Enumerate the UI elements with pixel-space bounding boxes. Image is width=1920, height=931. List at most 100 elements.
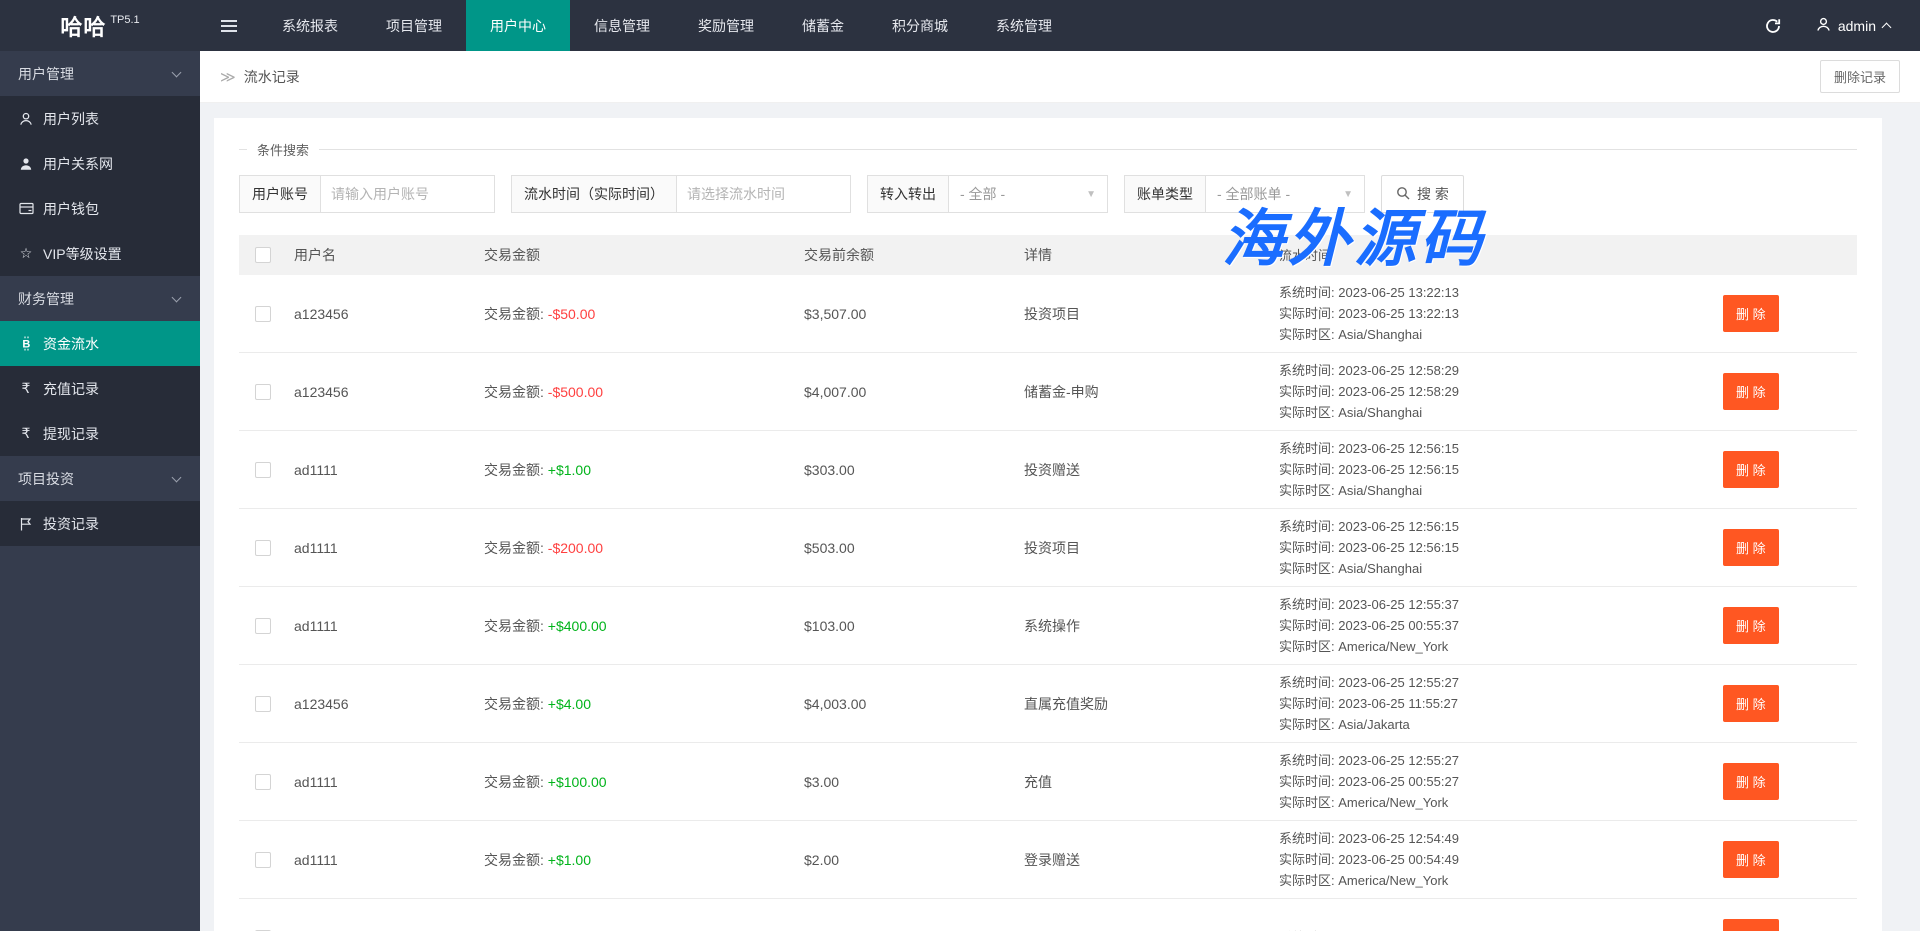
dropdown-arrow-icon: ▼ [1343,189,1353,200]
flow-time-input[interactable] [676,175,851,213]
row-delete-button[interactable]: 删 除 [1723,607,1779,644]
nav-item[interactable]: 奖励管理 [674,0,778,51]
page-title: 流水记录 [244,67,300,87]
row-delete-button[interactable]: 删 除 [1723,451,1779,488]
sidebar-section-header[interactable]: 项目投资 [0,456,200,501]
user-menu[interactable]: admin [1816,17,1890,35]
cell-amount: 交易金额: +$400.00 [484,616,804,636]
table-row: a123456 交易金额: -$500.00 $4,007.00 储蓄金-申购 … [239,353,1857,431]
row-delete-button[interactable]: 删 除 [1723,295,1779,332]
transfer-direction-select[interactable]: - 全部 - ▼ [948,175,1108,213]
breadcrumb-chevrons-icon: ≫ [220,68,236,86]
cell-balance: $303.00 [804,462,1024,478]
nav-item[interactable]: 用户中心 [466,0,570,51]
nav-item[interactable]: 项目管理 [362,0,466,51]
row-delete-button[interactable]: 删 除 [1723,373,1779,410]
sidebar-item[interactable]: B资金流水 [0,321,200,366]
row-delete-button[interactable]: 删 除 [1723,919,1779,931]
cell-time: 系统时间: 2023-06-25 12:54:45 [1249,927,1709,931]
delete-records-button[interactable]: 删除记录 [1820,60,1900,93]
row-delete-button[interactable]: 删 除 [1723,685,1779,722]
row-checkbox[interactable] [255,384,271,400]
chevron-down-icon [172,67,182,77]
row-checkbox[interactable] [255,774,271,790]
sidebar-item[interactable]: 用户关系网 [0,141,200,186]
cell-balance: $4,007.00 [804,384,1024,400]
sidebar-item[interactable]: ₹提现记录 [0,411,200,456]
row-checkbox[interactable] [255,696,271,712]
table-row: ad1111 交易金额: +$1.00 $2.00 登录赠送 系统时间: 202… [239,821,1857,899]
cell-amount: 交易金额: +$100.00 [484,772,804,792]
bitcoin-icon: B [18,336,34,351]
sidebar-item[interactable]: 用户列表 [0,96,200,141]
bill-type-select[interactable]: - 全部账单 - ▼ [1205,175,1365,213]
flow-time-field-group: 流水时间（实际时间） [511,175,851,213]
nav-item[interactable]: 积分商城 [868,0,972,51]
row-delete-button[interactable]: 删 除 [1723,529,1779,566]
sidebar-item[interactable]: ☆VIP等级设置 [0,231,200,276]
row-delete-button[interactable]: 删 除 [1723,841,1779,878]
cell-username: ad1111 [294,618,484,634]
star-icon: ☆ [18,245,34,262]
cell-time: 系统时间: 2023-06-25 12:55:27 实际时间: 2023-06-… [1249,672,1709,735]
sidebar-menu: 用户管理用户列表用户关系网用户钱包☆VIP等级设置财务管理B资金流水₹充值记录₹… [0,51,200,931]
select-all-checkbox[interactable] [255,247,271,263]
topnav: 系统报表项目管理用户中心信息管理奖励管理储蓄金积分商城系统管理 [258,0,1076,51]
nav-item[interactable]: 信息管理 [570,0,674,51]
cell-balance: $3,507.00 [804,306,1024,322]
sidebar-section-header[interactable]: 财务管理 [0,276,200,321]
refresh-icon[interactable] [1764,17,1782,35]
cell-username: ad1111 [294,774,484,790]
nav-item[interactable]: 储蓄金 [778,0,868,51]
row-checkbox[interactable] [255,618,271,634]
account-input[interactable] [320,175,495,213]
row-checkbox[interactable] [255,852,271,868]
table-header-row: 用户名 交易金额 交易前余额 详情 流水时间 [239,235,1857,275]
hamburger-icon[interactable] [200,0,258,51]
row-checkbox[interactable] [255,540,271,556]
rupee-icon: ₹ [18,380,34,397]
cell-amount: 交易金额: +$1.00 [484,850,804,870]
col-header-time: 流水时间 [1249,245,1709,266]
chevron-up-icon [1882,23,1892,33]
cell-username: ad1111 [294,462,484,478]
cell-amount: 交易金额: +$1.00 [484,460,804,480]
cell-username: a123456 [294,306,484,322]
search-icon [1396,186,1410,203]
cell-detail: 登录赠送 [1024,850,1249,870]
row-checkbox[interactable] [255,306,271,322]
cell-time: 系统时间: 2023-06-25 12:55:27 实际时间: 2023-06-… [1249,750,1709,813]
cell-username: a123456 [294,384,484,400]
cell-balance: $503.00 [804,540,1024,556]
nav-item[interactable]: 系统管理 [972,0,1076,51]
cell-detail: 系统操作 [1024,616,1249,636]
cell-detail: 投资项目 [1024,304,1249,324]
cell-username: ad1111 [294,852,484,868]
table-row: ad1111 交易金额: -$200.00 $503.00 投资项目 系统时间:… [239,509,1857,587]
svg-text:B: B [22,339,30,351]
account-field-label: 用户账号 [239,175,320,213]
sidebar-item[interactable]: 用户钱包 [0,186,200,231]
row-checkbox[interactable] [255,462,271,478]
table-row: a123456 交易金额: -$50.00 $3,507.00 投资项目 系统时… [239,275,1857,353]
search-button[interactable]: 搜 索 [1381,175,1464,213]
sidebar-item[interactable]: 投资记录 [0,501,200,546]
nav-item[interactable]: 系统报表 [258,0,362,51]
sidebar-item[interactable]: ₹充值记录 [0,366,200,411]
cell-detail: 储蓄金-申购 [1024,382,1249,402]
table-row: 系统时间: 2023-06-25 12:54:45 删 除 [239,899,1857,931]
users-icon [18,157,34,171]
search-row: 用户账号 流水时间（实际时间） 转入转出 - 全部 - ▼ [239,175,1857,213]
cell-time: 系统时间: 2023-06-25 12:56:15 实际时间: 2023-06-… [1249,438,1709,501]
sidebar-section-header[interactable]: 用户管理 [0,51,200,96]
app-logo: 哈哈 TP5.1 [0,0,200,51]
col-header-username: 用户名 [294,245,484,265]
table-body: a123456 交易金额: -$50.00 $3,507.00 投资项目 系统时… [239,275,1857,931]
bill-type-label: 账单类型 [1124,175,1205,213]
cell-username: ad1111 [294,540,484,556]
cell-time: 系统时间: 2023-06-25 12:55:37 实际时间: 2023-06-… [1249,594,1709,657]
col-header-detail: 详情 [1024,245,1249,265]
logo-text: 哈哈 [60,10,106,42]
row-delete-button[interactable]: 删 除 [1723,763,1779,800]
rupee-icon: ₹ [18,425,34,442]
